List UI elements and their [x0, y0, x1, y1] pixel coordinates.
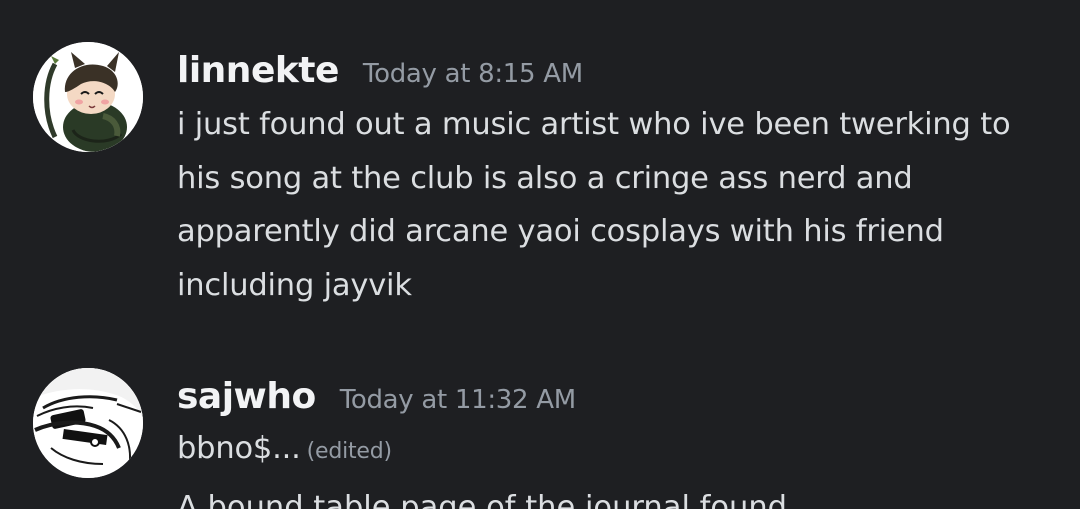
- message-text: i just found out a music artist who ive …: [177, 107, 1011, 303]
- edited-label: (edited): [306, 439, 393, 464]
- cartoon-cat-character-icon: [33, 42, 143, 152]
- avatar[interactable]: [33, 368, 143, 478]
- timestamp: Today at 8:15 AM: [362, 59, 583, 89]
- message-header: linnekte Today at 8:15 AM: [177, 42, 1057, 100]
- username[interactable]: linnekte: [177, 42, 339, 100]
- message-content: sajwho Today at 11:32 AM bbno$... (edited…: [177, 368, 1057, 479]
- monochrome-drawing-icon: [33, 368, 143, 478]
- message-text-partial: A bound table page of the journal found: [177, 490, 788, 509]
- message-content: linnekte Today at 8:15 AM i just found o…: [177, 42, 1057, 312]
- avatar[interactable]: [33, 42, 143, 152]
- timestamp: Today at 11:32 AM: [339, 385, 576, 415]
- message-header: sajwho Today at 11:32 AM: [177, 368, 1057, 428]
- message-text: bbno$... (edited): [177, 422, 1057, 479]
- username[interactable]: sajwho: [177, 368, 316, 426]
- chat-view: linnekte Today at 8:15 AM i just found o…: [0, 0, 1080, 509]
- message-text-body: bbno$...: [177, 431, 301, 466]
